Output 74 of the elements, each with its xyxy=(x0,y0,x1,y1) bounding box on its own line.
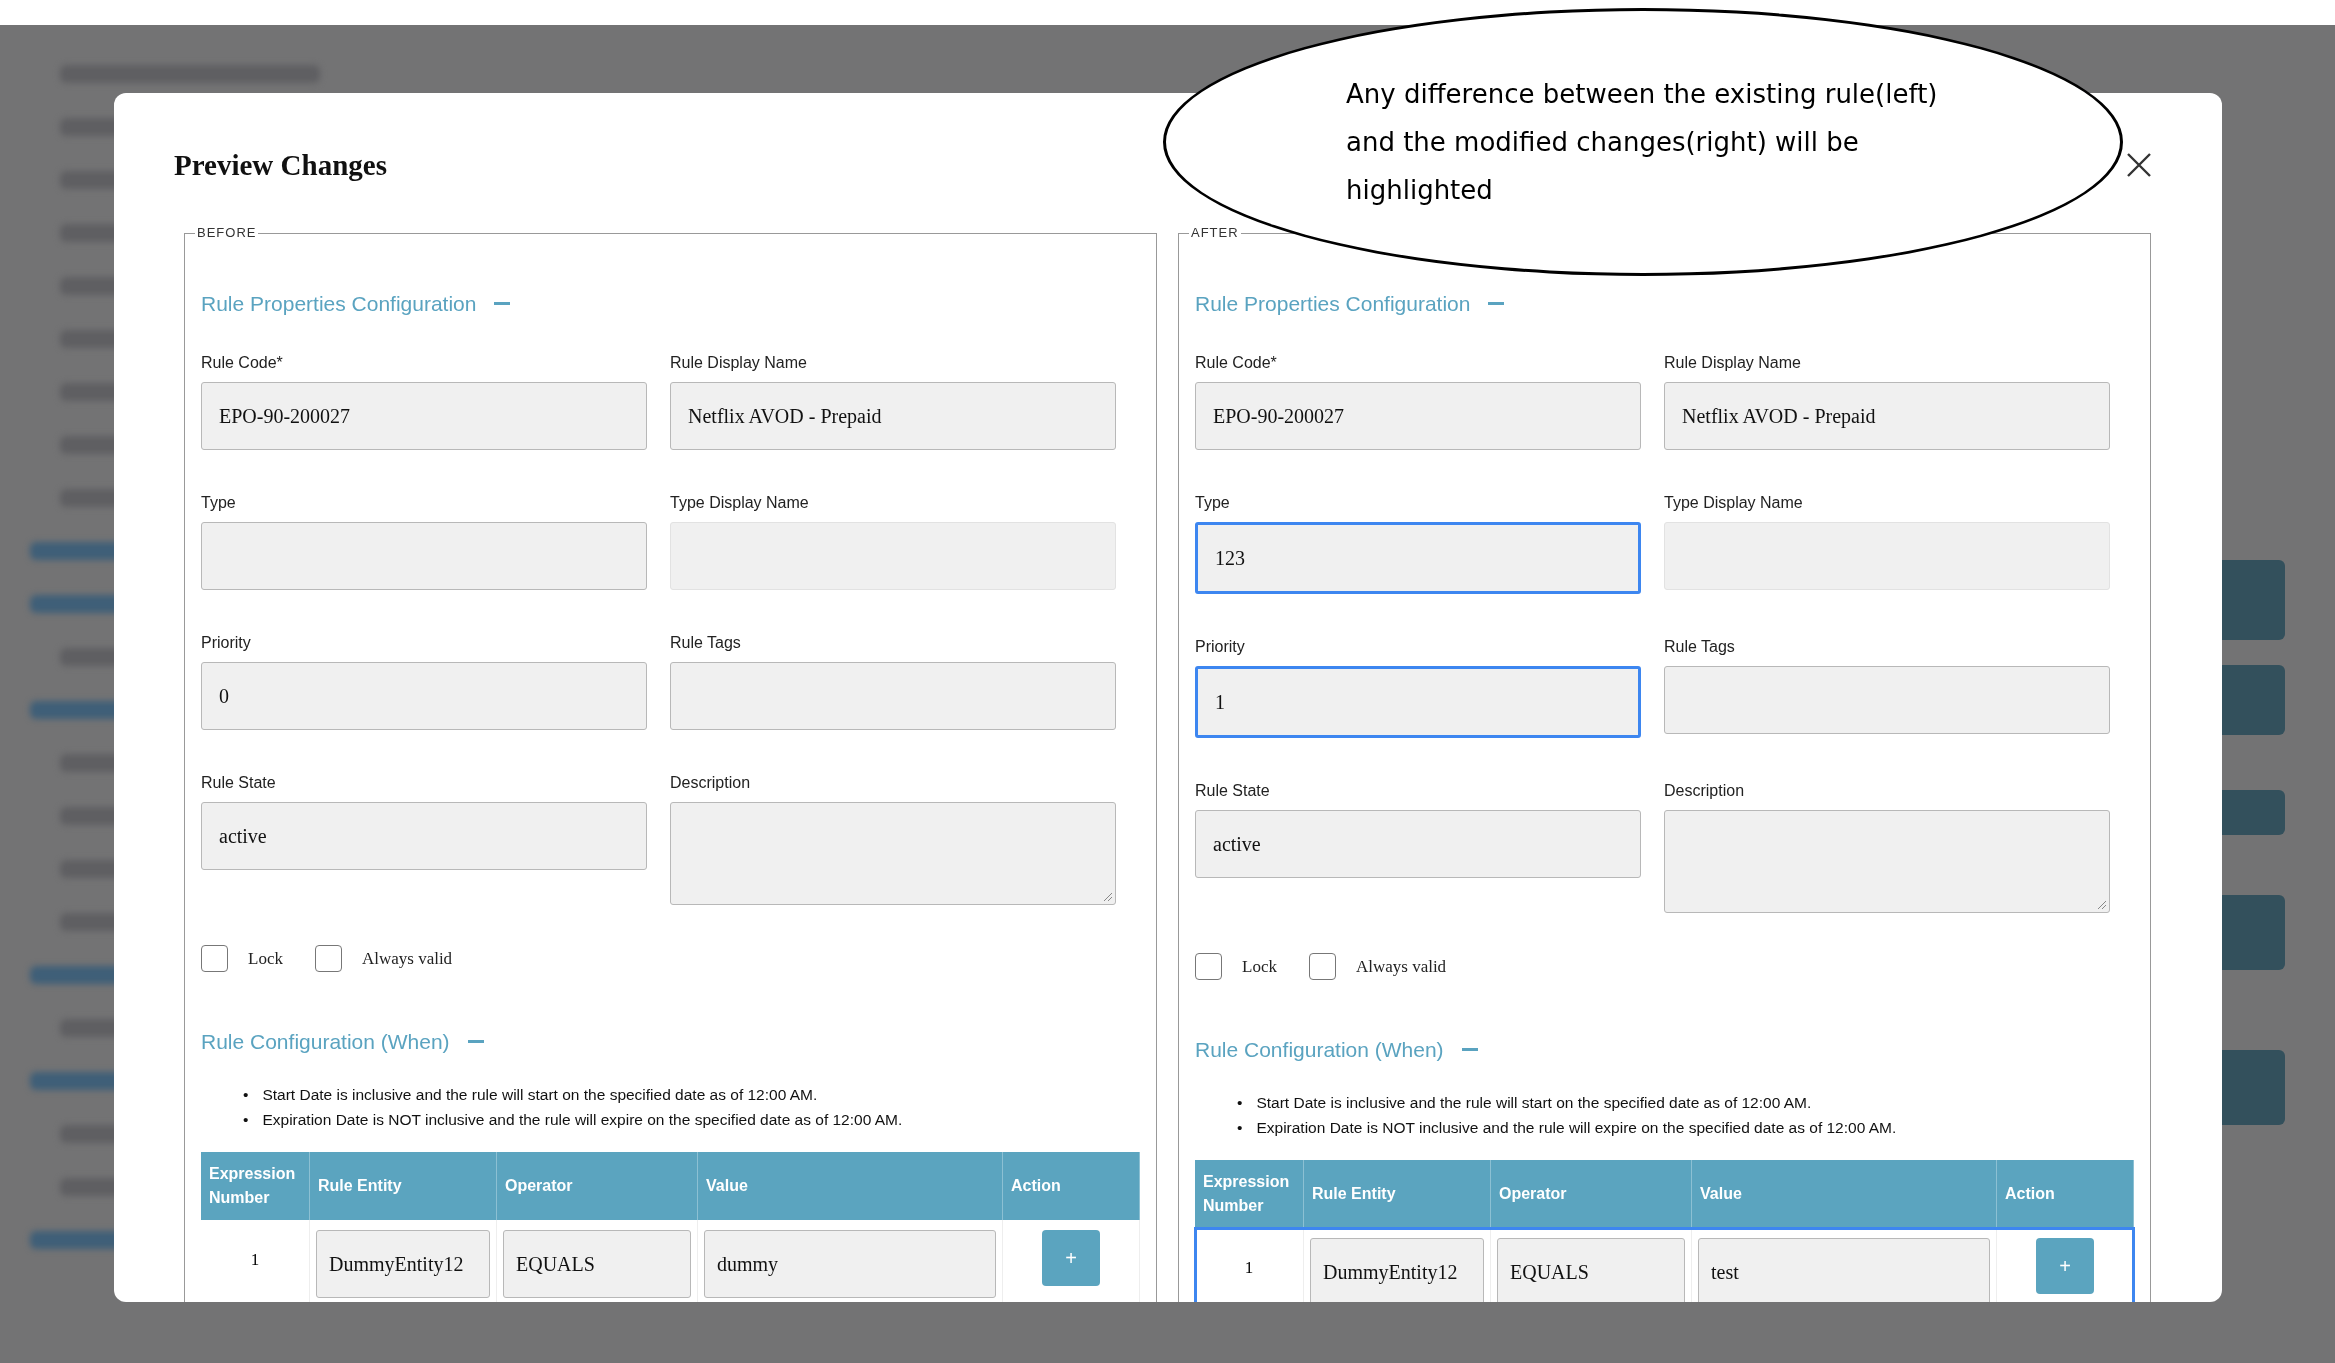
text-area[interactable] xyxy=(1664,810,2110,913)
column-header: Value xyxy=(1691,1160,1997,1228)
column-header: Operator xyxy=(1490,1160,1692,1228)
input-field[interactable]: active xyxy=(1195,810,1641,878)
column-header: Value xyxy=(697,1152,1003,1220)
field-label: Priority xyxy=(1195,638,1246,657)
field-label: Rule Display Name xyxy=(670,354,808,373)
callout-text: Any difference between the existing rule(left) and the modified changes(right) will be highlighted xyxy=(1346,78,1939,207)
checkbox-label: Always valid xyxy=(1355,956,1447,977)
column-header: Expression Number xyxy=(201,1152,310,1220)
input-field[interactable]: dummy xyxy=(704,1230,996,1298)
collapse-icon[interactable] xyxy=(494,302,511,306)
column-header: Rule Entity xyxy=(1303,1160,1491,1228)
collapse-icon[interactable] xyxy=(1461,1048,1478,1052)
field-label: Rule Code* xyxy=(201,354,284,373)
dialog-title: Preview Changes xyxy=(174,148,387,182)
bullet-mark: • xyxy=(1237,1118,1243,1138)
note-text: Expiration Date is NOT inclusive and the rule will expire on the specified date as of 12:00 AM. xyxy=(262,1110,903,1130)
input-field[interactable]: EPO-90-200027 xyxy=(1195,382,1641,450)
input-field[interactable] xyxy=(1664,666,2110,734)
field-label: Rule Display Name xyxy=(1664,354,1802,373)
bullet-mark: • xyxy=(1237,1093,1243,1113)
field-label: Type xyxy=(201,494,237,513)
column-header: Action xyxy=(1996,1160,2134,1228)
input-field[interactable]: 0 xyxy=(201,662,647,730)
column-header: Action xyxy=(1002,1152,1140,1220)
field-label: Type Display Name xyxy=(1664,494,1804,513)
note-text: Start Date is inclusive and the rule will start on the specified date as of 12:00 AM. xyxy=(1256,1093,1812,1113)
checkbox[interactable] xyxy=(314,945,342,972)
input-field[interactable]: Netflix AVOD - Prepaid xyxy=(1664,382,2110,450)
resize-handle-icon[interactable] xyxy=(2097,900,2107,910)
checkbox[interactable] xyxy=(1308,953,1336,980)
table-cell: 1 xyxy=(250,1250,260,1269)
input-field[interactable] xyxy=(201,522,647,590)
resize-handle-icon[interactable] xyxy=(1103,892,1113,902)
input-field[interactable]: test xyxy=(1698,1238,1990,1302)
field-label: Description xyxy=(1664,782,1746,801)
column-header: Rule Entity xyxy=(309,1152,497,1220)
column-header: Operator xyxy=(496,1152,698,1220)
close-icon[interactable] xyxy=(2126,152,2152,178)
input-field[interactable]: Netflix AVOD - Prepaid xyxy=(670,382,1116,450)
bullet-mark: • xyxy=(243,1110,249,1130)
input-field[interactable]: active xyxy=(201,802,647,870)
collapse-icon[interactable] xyxy=(1488,302,1505,306)
input-field[interactable]: 1 xyxy=(1195,666,1641,738)
field-label: Description xyxy=(670,774,752,793)
input-field[interactable]: DummyEntity12 xyxy=(1310,1238,1484,1302)
field-label: Rule State xyxy=(201,774,277,793)
table-cell: 1 xyxy=(1244,1258,1254,1277)
input-field[interactable]: EQUALS xyxy=(503,1230,691,1298)
checkbox[interactable] xyxy=(1195,953,1222,980)
checkbox[interactable] xyxy=(201,945,228,972)
collapse-icon[interactable] xyxy=(467,1040,484,1044)
field-label: Rule Tags xyxy=(670,634,742,653)
input-field[interactable] xyxy=(670,662,1116,730)
field-label: Priority xyxy=(201,634,252,653)
field-label: Rule Code* xyxy=(1195,354,1278,373)
input-field[interactable]: 123 xyxy=(1195,522,1641,594)
checkbox-label: Lock xyxy=(1242,956,1277,977)
input-field[interactable]: EQUALS xyxy=(1497,1238,1685,1302)
input-field[interactable]: DummyEntity12 xyxy=(316,1230,490,1298)
input-field[interactable]: EPO-90-200027 xyxy=(201,382,647,450)
field-label: Rule State xyxy=(1195,782,1271,801)
note-text: Expiration Date is NOT inclusive and the rule will expire on the specified date as of 12:00 AM. xyxy=(1256,1118,1897,1138)
note-text: Start Date is inclusive and the rule will start on the specified date as of 12:00 AM. xyxy=(262,1085,818,1105)
checkbox-label: Always valid xyxy=(361,948,453,969)
field-label: Type Display Name xyxy=(670,494,810,513)
checkbox-label: Lock xyxy=(248,948,283,969)
column-header: Expression Number xyxy=(1195,1160,1304,1228)
field-label: Rule Tags xyxy=(1664,638,1736,657)
text-area[interactable] xyxy=(670,802,1116,905)
bullet-mark: • xyxy=(243,1085,249,1105)
panel-legend: BEFORE xyxy=(195,225,259,240)
field-label: Type xyxy=(1195,494,1231,513)
